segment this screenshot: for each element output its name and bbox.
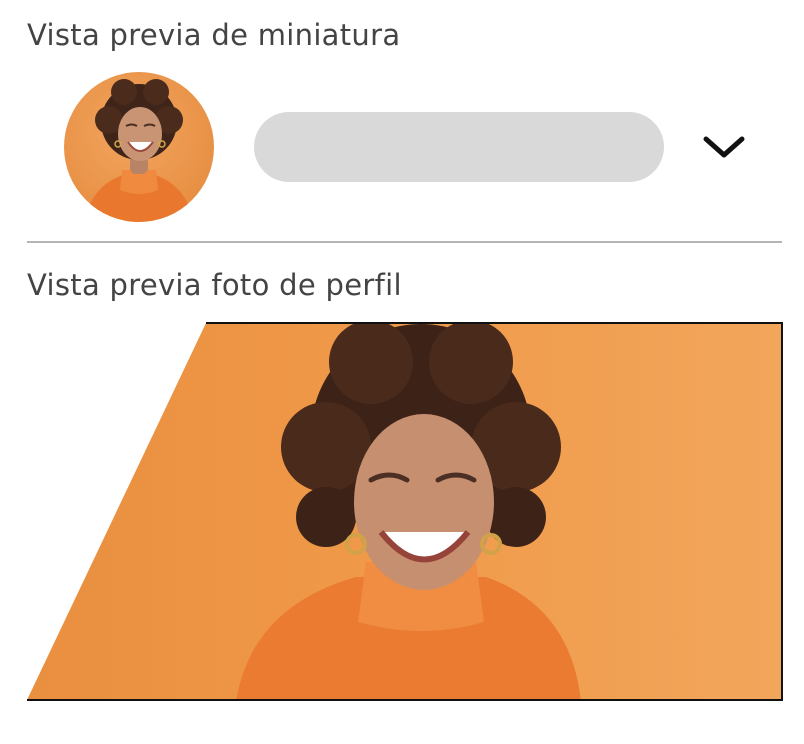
- preview-panel: Vista previa de miniatura Vista previa f…: [0, 0, 804, 744]
- profile-photo-preview: [26, 322, 783, 702]
- section-divider: [27, 241, 782, 243]
- dropdown-toggle-button[interactable]: [694, 122, 754, 172]
- thumbnail-avatar-image: [64, 72, 214, 222]
- chevron-down-icon: [703, 136, 745, 158]
- thumbnail-preview-title: Vista previa de miniatura: [27, 18, 401, 52]
- name-placeholder-bar: [254, 112, 664, 182]
- thumbnail-avatar: [64, 72, 214, 222]
- profile-photo-image: [27, 322, 783, 701]
- profile-photo-preview-title: Vista previa foto de perfil: [27, 268, 402, 302]
